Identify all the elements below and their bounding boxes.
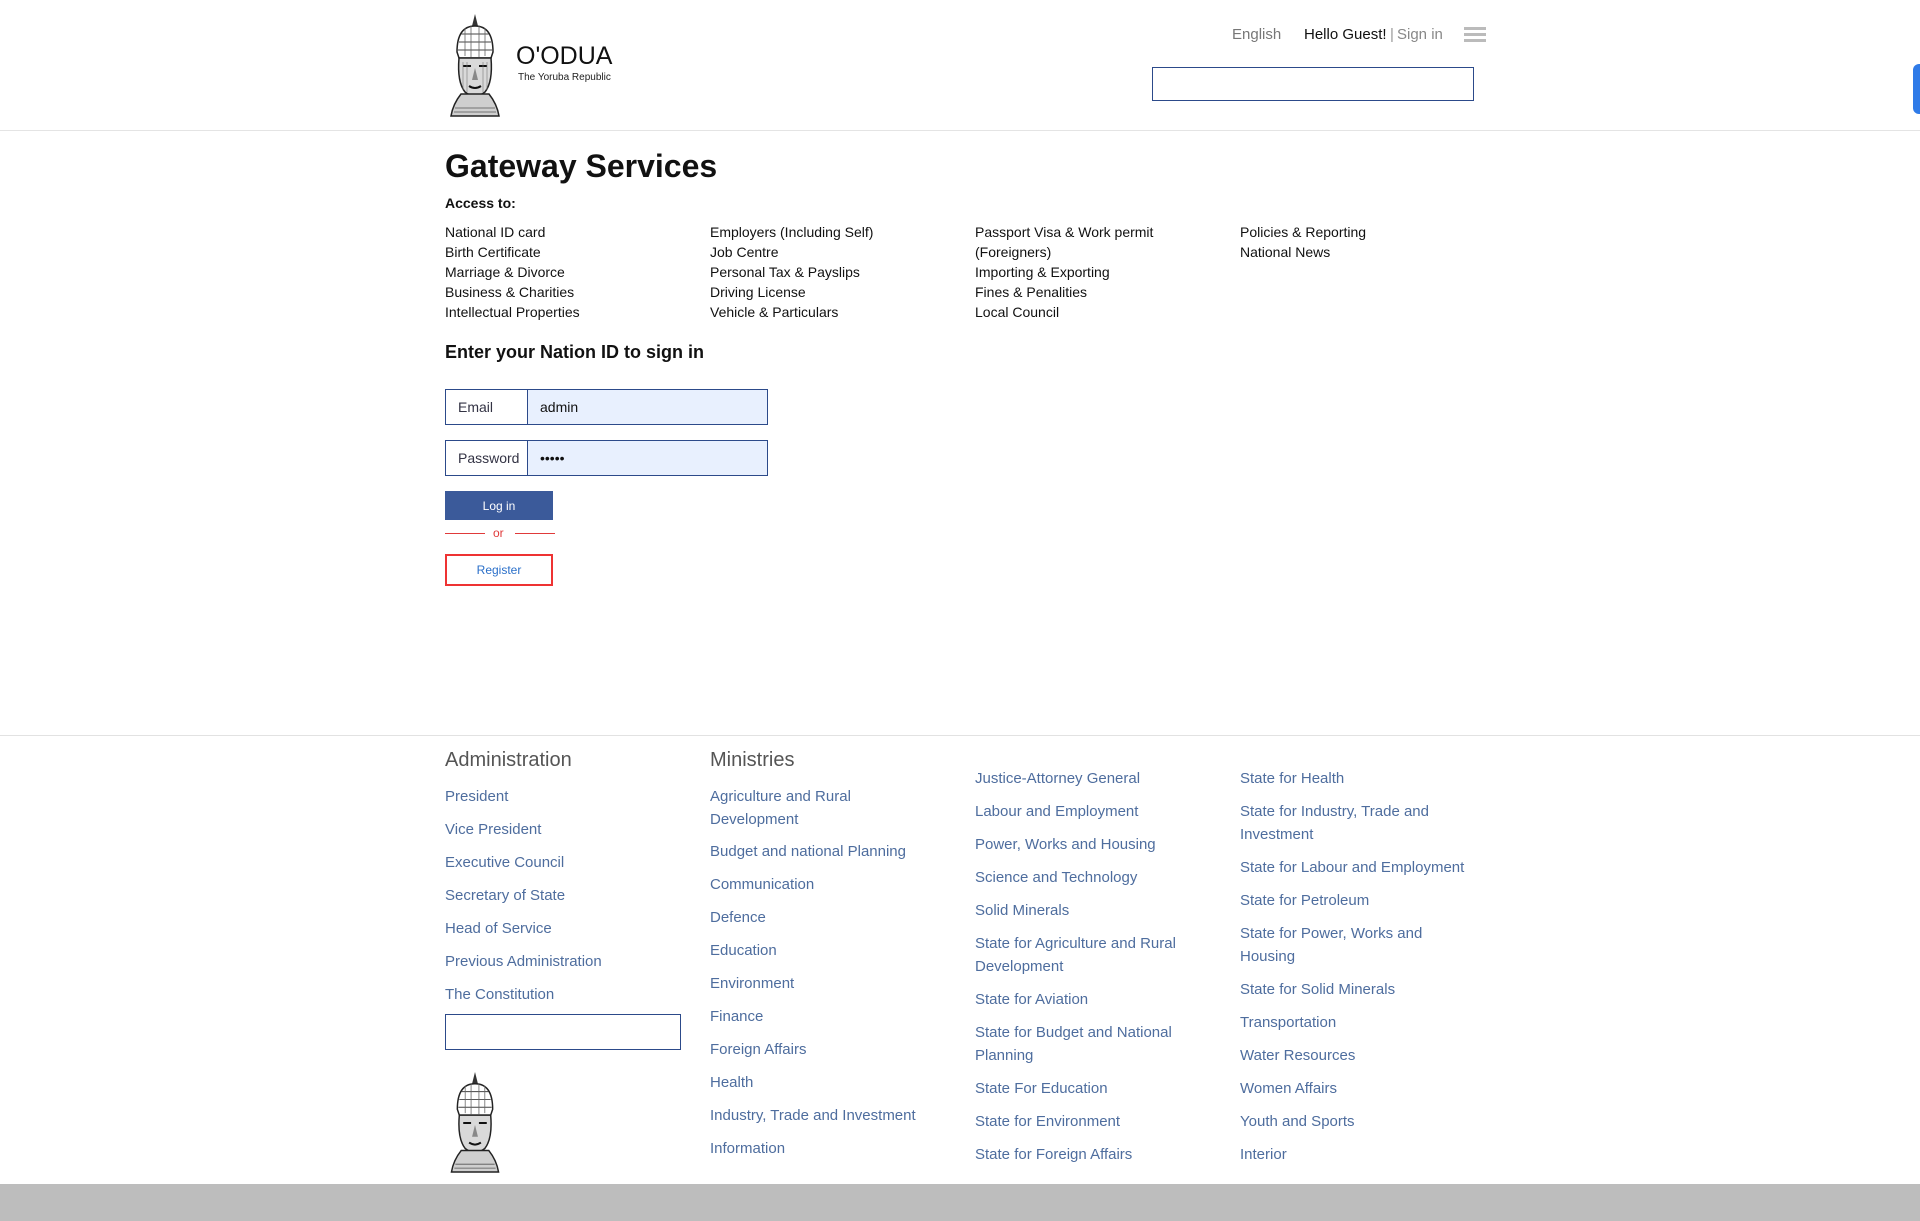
footer-ministries-list-3: State for Health State for Industry, Tra… — [1240, 767, 1480, 1166]
service-link-intellectual-properties[interactable]: Intellectual Properties — [445, 302, 675, 322]
service-link-local-council[interactable]: Local Council — [975, 302, 1205, 322]
footer-link-education[interactable]: Education — [710, 939, 935, 962]
footer-link-labour[interactable]: Labour and Employment — [975, 800, 1200, 823]
footer-link-secretary-of-state[interactable]: Secretary of State — [445, 884, 685, 907]
services-column-4: Policies & Reporting National News — [1240, 222, 1470, 262]
footer-ministries-list-1: Agriculture and Rural Development Budget… — [710, 785, 935, 1160]
footer-link-finance[interactable]: Finance — [710, 1005, 935, 1028]
footer-link-president[interactable]: President — [445, 785, 685, 808]
footer-link-state-solid-minerals[interactable]: State for Solid Minerals — [1240, 978, 1480, 1001]
service-link-business-charities[interactable]: Business & Charities — [445, 282, 675, 302]
footer-administration-list: President Vice President Executive Counc… — [445, 785, 685, 1006]
footer-link-agriculture[interactable]: Agriculture and Rural Development — [710, 785, 935, 831]
footer-link-state-labour[interactable]: State for Labour and Employment — [1240, 856, 1480, 879]
login-button[interactable]: Log in — [445, 491, 553, 520]
footer-ministries-list-2: Justice-Attorney General Labour and Empl… — [975, 767, 1200, 1166]
footer-link-foreign-affairs[interactable]: Foreign Affairs — [710, 1038, 935, 1061]
footer-administration-heading: Administration — [445, 749, 572, 771]
services-column-1: National ID card Birth Certificate Marri… — [445, 222, 675, 322]
footer-link-interior[interactable]: Interior — [1240, 1143, 1480, 1166]
services-column-2: Employers (Including Self) Job Centre Pe… — [710, 222, 940, 322]
footer-logo-icon — [445, 1070, 505, 1174]
footer-link-state-agriculture[interactable]: State for Agriculture and Rural Developm… — [975, 932, 1200, 978]
footer-link-state-education[interactable]: State For Education — [975, 1077, 1200, 1100]
service-link-vehicle-particulars[interactable]: Vehicle & Particulars — [710, 302, 940, 322]
service-link-policies-reporting[interactable]: Policies & Reporting — [1240, 222, 1470, 242]
side-panel-tab[interactable] — [1913, 64, 1920, 114]
footer-link-state-environment[interactable]: State for Environment — [975, 1110, 1200, 1133]
footer-link-communication[interactable]: Communication — [710, 873, 935, 896]
footer-link-vice-president[interactable]: Vice President — [445, 818, 685, 841]
footer-link-transportation[interactable]: Transportation — [1240, 1011, 1480, 1034]
service-link-employers[interactable]: Employers (Including Self) — [710, 222, 940, 242]
access-label: Access to: — [445, 195, 516, 211]
footer-link-women-affairs[interactable]: Women Affairs — [1240, 1077, 1480, 1100]
footer-link-youth-sports[interactable]: Youth and Sports — [1240, 1110, 1480, 1133]
service-link-national-id[interactable]: National ID card — [445, 222, 675, 242]
footer-link-head-of-service[interactable]: Head of Service — [445, 917, 685, 940]
service-link-national-news[interactable]: National News — [1240, 242, 1470, 262]
footer-link-executive-council[interactable]: Executive Council — [445, 851, 685, 874]
services-column-3: Passport Visa & Work permit (Foreigners)… — [975, 222, 1205, 322]
footer-link-industry-trade[interactable]: Industry, Trade and Investment — [710, 1104, 935, 1127]
register-button[interactable]: Register — [445, 554, 553, 586]
service-link-job-centre[interactable]: Job Centre — [710, 242, 940, 262]
site-header: O'ODUA The Yoruba Republic English Hello… — [0, 0, 1920, 131]
signin-heading: Enter your Nation ID to sign in — [445, 342, 705, 362]
password-field: Password ••••• — [445, 440, 768, 476]
email-input[interactable]: admin — [528, 390, 767, 424]
footer-link-solid-minerals[interactable]: Solid Minerals — [975, 899, 1200, 922]
footer-link-state-petroleum[interactable]: State for Petroleum — [1240, 889, 1480, 912]
footer-divider — [0, 735, 1920, 736]
or-divider-text: or — [493, 526, 504, 540]
brand-tagline: The Yoruba Republic — [518, 72, 611, 83]
service-link-importing-exporting[interactable]: Importing & Exporting — [975, 262, 1205, 282]
page-title: Gateway Services — [445, 148, 718, 184]
footer-ministries-heading: Ministries — [710, 749, 795, 771]
email-field: Email admin — [445, 389, 768, 425]
logo-icon[interactable] — [445, 12, 505, 118]
footer-search-input[interactable] — [445, 1014, 681, 1050]
email-label: Email — [446, 390, 528, 424]
password-input[interactable]: ••••• — [528, 441, 767, 475]
greeting-text: Hello Guest! — [1304, 26, 1387, 43]
service-link-driving-license[interactable]: Driving License — [710, 282, 940, 302]
footer-link-information[interactable]: Information — [710, 1137, 935, 1160]
header-separator: | — [1390, 26, 1394, 43]
footer-link-justice[interactable]: Justice-Attorney General — [975, 767, 1200, 790]
footer-link-state-budget[interactable]: State for Budget and National Planning — [975, 1021, 1200, 1067]
or-divider-left — [445, 533, 485, 534]
footer-link-defence[interactable]: Defence — [710, 906, 935, 929]
footer-link-health[interactable]: Health — [710, 1071, 935, 1094]
brand-name[interactable]: O'ODUA — [516, 42, 612, 71]
header-search-input[interactable] — [1152, 67, 1474, 101]
language-selector[interactable]: English — [1232, 26, 1281, 43]
password-label: Password — [446, 441, 528, 475]
service-link-passport-visa-foreigners[interactable]: (Foreigners) — [975, 242, 1205, 262]
footer-link-state-power[interactable]: State for Power, Works and Housing — [1240, 922, 1480, 968]
footer-link-previous-administration[interactable]: Previous Administration — [445, 950, 685, 973]
footer-link-water-resources[interactable]: Water Resources — [1240, 1044, 1480, 1067]
hamburger-menu-icon[interactable] — [1464, 27, 1486, 45]
footer-link-power-works[interactable]: Power, Works and Housing — [975, 833, 1200, 856]
footer-link-science-technology[interactable]: Science and Technology — [975, 866, 1200, 889]
service-link-fines-penalities[interactable]: Fines & Penalities — [975, 282, 1205, 302]
footer-link-state-aviation[interactable]: State for Aviation — [975, 988, 1200, 1011]
footer-link-environment[interactable]: Environment — [710, 972, 935, 995]
footer-link-budget-planning[interactable]: Budget and national Planning — [710, 840, 935, 863]
service-link-marriage-divorce[interactable]: Marriage & Divorce — [445, 262, 675, 282]
footer-link-state-health[interactable]: State for Health — [1240, 767, 1480, 790]
or-divider-right — [515, 533, 555, 534]
service-link-personal-tax[interactable]: Personal Tax & Payslips — [710, 262, 940, 282]
footer-link-constitution[interactable]: The Constitution — [445, 983, 685, 1006]
bottom-bar — [0, 1184, 1920, 1221]
footer-link-state-industry[interactable]: State for Industry, Trade and Investment — [1240, 800, 1480, 846]
footer-link-state-foreign-affairs[interactable]: State for Foreign Affairs — [975, 1143, 1200, 1166]
service-link-passport-visa[interactable]: Passport Visa & Work permit — [975, 222, 1205, 242]
sign-in-link[interactable]: Sign in — [1397, 26, 1443, 43]
service-link-birth-certificate[interactable]: Birth Certificate — [445, 242, 675, 262]
